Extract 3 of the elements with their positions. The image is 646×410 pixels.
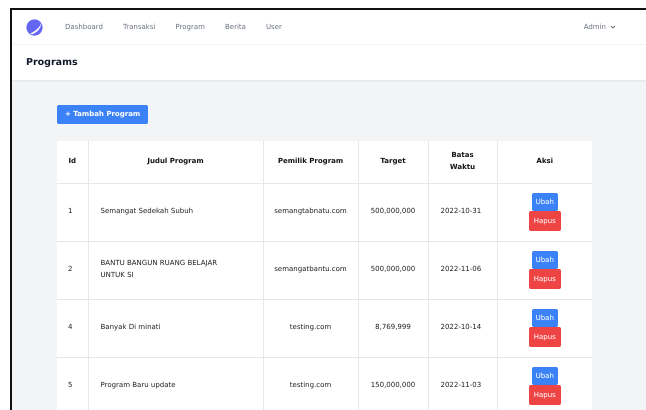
chevron-down-icon <box>610 25 616 29</box>
logo-icon[interactable] <box>26 18 43 36</box>
page-title: Programs <box>26 57 78 68</box>
